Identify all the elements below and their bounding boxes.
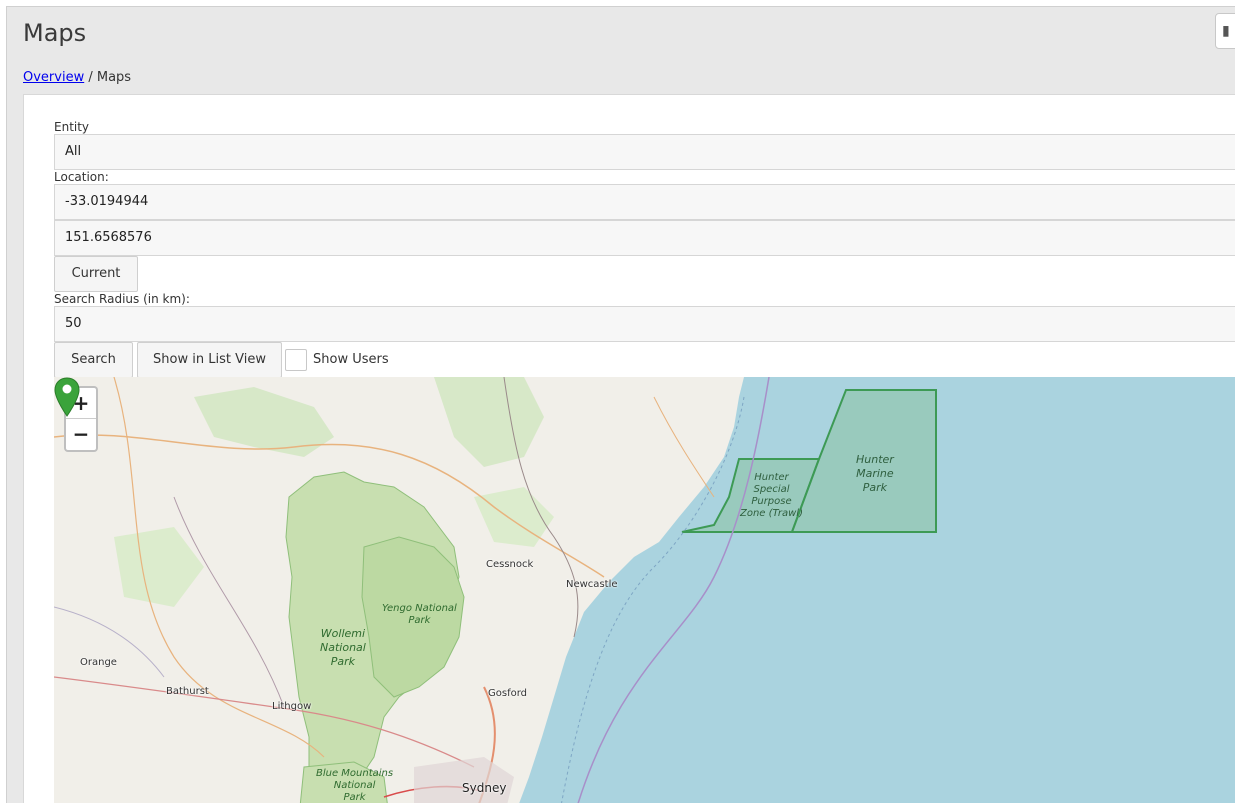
place-label-newcastle: Newcastle <box>566 579 618 590</box>
place-label-lithgow: Lithgow <box>272 701 312 712</box>
toolbar-button[interactable]: ▮ <box>1215 13 1235 49</box>
park-label-yengo: Yengo National Park <box>382 603 457 626</box>
map-view[interactable]: + − Cessnock Newcastle Orange Bathurst L… <box>54 377 1235 803</box>
place-label-sydney: Sydney <box>462 781 507 795</box>
park-label-wollemi: Wollemi National Park <box>320 627 366 668</box>
longitude-input[interactable]: 151.6568576 <box>54 220 1235 256</box>
location-label: Location: <box>54 170 109 184</box>
place-label-orange: Orange <box>80 657 117 668</box>
radius-input[interactable]: 50 <box>54 306 1235 342</box>
marine-label-hunter-marine-park: Hunter Marine Park <box>856 453 894 494</box>
show-users-checkbox[interactable] <box>285 349 307 371</box>
latitude-input[interactable]: -33.0194944 <box>54 184 1235 220</box>
breadcrumb: Overview / Maps <box>23 70 131 85</box>
radius-label: Search Radius (in km): <box>54 292 190 306</box>
marine-label-hunter-special-zone: Hunter Special Purpose Zone (Trawl) <box>740 472 803 519</box>
breadcrumb-separator: / <box>84 70 97 85</box>
lock-icon: ▮ <box>1222 23 1230 39</box>
location-marker-icon[interactable] <box>54 377 80 417</box>
breadcrumb-current: Maps <box>96 70 132 85</box>
maps-panel: Entity All Location: -33.0194944 151.656… <box>23 94 1235 803</box>
map-tiles <box>54 377 1235 803</box>
place-label-bathurst: Bathurst <box>166 686 209 697</box>
page-title: Maps <box>23 19 87 47</box>
entity-select[interactable]: All <box>54 134 1235 170</box>
place-label-gosford: Gosford <box>488 688 527 699</box>
place-label-cessnock: Cessnock <box>486 559 534 570</box>
current-location-button[interactable]: Current <box>54 256 138 292</box>
park-label-blue-mountains: Blue Mountains National Park <box>316 768 394 803</box>
show-list-view-button[interactable]: Show in List View <box>137 342 282 378</box>
entity-label: Entity <box>54 120 90 134</box>
search-button[interactable]: Search <box>54 342 133 378</box>
zoom-out-button[interactable]: − <box>66 419 96 450</box>
breadcrumb-overview-link[interactable]: Overview <box>23 70 84 85</box>
show-users-label: Show Users <box>313 352 389 367</box>
page-container: Maps ▮ Overview / Maps Entity All Locati… <box>6 6 1235 803</box>
